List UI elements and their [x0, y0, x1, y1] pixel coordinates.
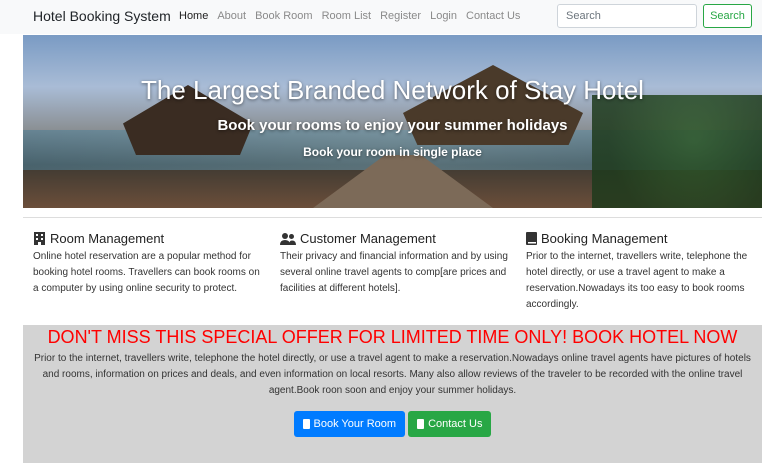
nav-contact[interactable]: Contact Us	[466, 10, 520, 22]
nav-book-room[interactable]: Book Room	[255, 10, 312, 22]
contact-card-icon	[417, 419, 425, 429]
book-icon	[526, 232, 537, 245]
hero-tagline: Book your room in single place	[303, 145, 482, 159]
nav-home[interactable]: Home	[179, 10, 208, 22]
search-input[interactable]: Search	[557, 4, 697, 28]
feature-title: Booking Management	[541, 231, 668, 246]
nav-links: Home About Book Room Room List Register …	[179, 10, 520, 22]
nav-login[interactable]: Login	[430, 10, 457, 22]
nav-about[interactable]: About	[217, 10, 246, 22]
button-label: Contact Us	[428, 418, 483, 430]
offer-text: Prior to the internet, travellers write,…	[34, 353, 751, 396]
feature-customer-management: Customer Management Their privacy and fi…	[280, 231, 510, 297]
brand-link[interactable]: Hotel Booking System	[33, 8, 171, 24]
divider	[23, 217, 762, 218]
feature-room-management: Room Management Online hotel reservation…	[33, 231, 263, 297]
feature-text: Online hotel reservation are a popular m…	[33, 251, 260, 294]
special-offer-section: DON'T MISS THIS SPECIAL OFFER FOR LIMITE…	[23, 325, 762, 463]
book-icon	[302, 419, 310, 429]
nav-room-list[interactable]: Room List	[322, 10, 372, 22]
hero-title: The Largest Branded Network of Stay Hote…	[141, 75, 644, 105]
building-icon	[34, 232, 45, 245]
offer-title: DON'T MISS THIS SPECIAL OFFER FOR LIMITE…	[47, 327, 738, 347]
contact-us-button[interactable]: Contact Us	[408, 411, 492, 437]
feature-text: Their privacy and financial information …	[280, 251, 508, 294]
hero-subtitle: Book your rooms to enjoy your summer hol…	[217, 117, 568, 134]
feature-title: Customer Management	[300, 231, 436, 246]
button-label: Book Your Room	[313, 418, 397, 430]
navbar: Hotel Booking System Home About Book Roo…	[0, 0, 762, 34]
nav-register[interactable]: Register	[380, 10, 421, 22]
feature-title: Room Management	[50, 231, 165, 246]
search-button[interactable]: Search	[703, 4, 752, 28]
feature-booking-management: Booking Management Prior to the internet…	[526, 231, 756, 313]
book-your-room-button[interactable]: Book Your Room	[293, 411, 406, 437]
feature-text: Prior to the internet, travellers write,…	[526, 251, 748, 310]
hero-banner: The Largest Branded Network of Stay Hote…	[23, 35, 762, 208]
users-icon	[280, 232, 296, 245]
